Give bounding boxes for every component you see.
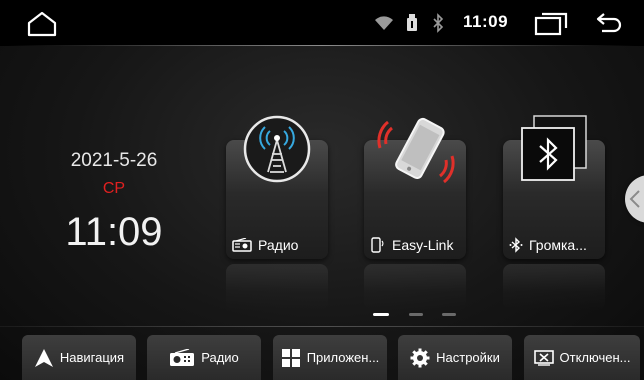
phone-icon: [371, 237, 384, 253]
usb-icon: [407, 14, 417, 31]
dock-button-apps[interactable]: Приложен...: [273, 335, 387, 380]
radio-icon: [232, 238, 252, 252]
page-indicator-active[interactable]: [373, 313, 389, 316]
dock-label-navigation: Навигация: [59, 350, 125, 365]
dock-button-navigation[interactable]: Навигация: [22, 335, 136, 380]
radio-tower-icon: [243, 115, 311, 183]
bluetooth-small-icon: [509, 237, 523, 253]
card-reflection: [226, 264, 328, 310]
dock-label-settings: Настройки: [436, 350, 500, 365]
dock-label-radio: Радио: [201, 350, 239, 365]
page-indicator[interactable]: [409, 313, 423, 316]
back-icon[interactable]: [594, 10, 624, 36]
dock-label-apps: Приложен...: [306, 350, 380, 365]
gear-icon: [410, 348, 430, 367]
dock-button-radio[interactable]: Радио: [147, 335, 261, 380]
clock-weekday: СР: [102, 180, 126, 197]
status-divider: [8, 45, 636, 46]
clock-date: 2021-5-26: [70, 150, 158, 171]
wifi-icon: [375, 16, 393, 30]
radio-icon: [170, 348, 195, 366]
screen-off-icon: [533, 349, 554, 366]
apps-grid-icon: [281, 348, 300, 367]
status-time: 11:09: [463, 12, 509, 31]
status-bar: 11:09: [0, 0, 644, 46]
page-indicator[interactable]: [442, 313, 456, 316]
app-label-easy-link: Easy-Link: [392, 237, 454, 253]
app-label-radio: Радио: [258, 237, 299, 253]
dock-label-screen-off: Отключен...: [559, 350, 631, 365]
dock-button-settings[interactable]: Настройки: [398, 335, 512, 380]
app-label-bluetooth: Громка...: [529, 237, 587, 253]
navigation-arrow-icon: [34, 348, 53, 367]
phone-link-icon: [377, 117, 455, 184]
clock-time: 11:09: [65, 210, 163, 254]
side-panel-arrow[interactable]: [625, 175, 644, 223]
card-reflection: [364, 264, 466, 310]
card-reflection: [503, 264, 605, 310]
bluetooth-icon: [433, 13, 444, 33]
home-icon[interactable]: [26, 11, 58, 37]
recent-apps-icon[interactable]: [534, 12, 568, 36]
bluetooth-icon: [521, 115, 587, 181]
chevron-left-icon: [629, 190, 640, 208]
dock-button-screen-off[interactable]: Отключен...: [524, 335, 640, 380]
dock-divider: [0, 326, 644, 327]
